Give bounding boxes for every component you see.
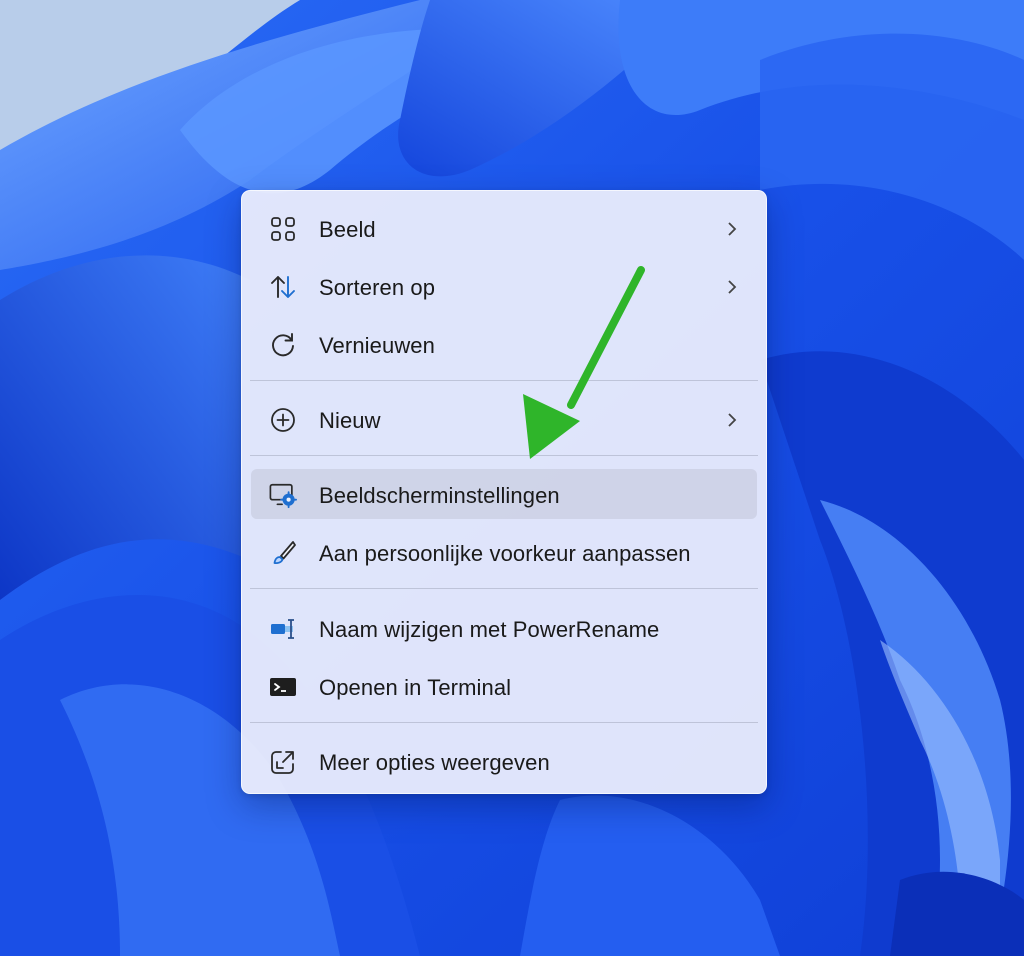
menu-item-refresh[interactable]: Vernieuwen: [251, 319, 757, 369]
more-options-icon: [269, 748, 297, 776]
menu-item-label: Meer opties weergeven: [319, 750, 550, 775]
chevron-right-icon: [725, 409, 739, 431]
menu-separator: [250, 380, 758, 381]
desktop-context-menu: Beeld Sorteren op Vernieuwen Nieuw Beeld…: [241, 190, 767, 794]
menu-item-personalize[interactable]: Aan persoonlijke voorkeur aanpassen: [251, 527, 757, 577]
menu-item-label: Aan persoonlijke voorkeur aanpassen: [319, 541, 691, 566]
personalize-brush-icon: [269, 539, 297, 567]
menu-separator: [250, 588, 758, 589]
menu-item-label: Naam wijzigen met PowerRename: [319, 617, 660, 642]
menu-item-sort-by[interactable]: Sorteren op: [251, 261, 757, 311]
menu-item-label: Beeld: [319, 217, 376, 242]
menu-item-label: Openen in Terminal: [319, 675, 512, 700]
sort-arrows-icon: [269, 273, 297, 301]
menu-item-view[interactable]: Beeld: [251, 203, 757, 253]
menu-item-label: Nieuw: [319, 408, 381, 433]
menu-item-powerrename[interactable]: Naam wijzigen met PowerRename: [251, 603, 757, 653]
new-plus-icon: [269, 406, 297, 434]
menu-item-label: Beeldscherminstellingen: [319, 483, 560, 508]
menu-item-label: Sorteren op: [319, 275, 436, 300]
display-settings-icon: [269, 481, 297, 509]
menu-item-label: Vernieuwen: [319, 333, 435, 358]
chevron-right-icon: [725, 218, 739, 240]
menu-item-open-terminal[interactable]: Openen in Terminal: [251, 661, 757, 711]
menu-item-new[interactable]: Nieuw: [251, 394, 757, 444]
menu-separator: [250, 455, 758, 456]
menu-item-show-more-options[interactable]: Meer opties weergeven: [251, 736, 757, 786]
refresh-icon: [269, 331, 297, 359]
powerrename-icon: [269, 615, 297, 643]
terminal-icon: [269, 673, 297, 701]
chevron-right-icon: [725, 276, 739, 298]
menu-item-display-settings[interactable]: Beeldscherminstellingen: [251, 469, 757, 519]
view-grid-icon: [269, 215, 297, 243]
menu-separator: [250, 722, 758, 723]
